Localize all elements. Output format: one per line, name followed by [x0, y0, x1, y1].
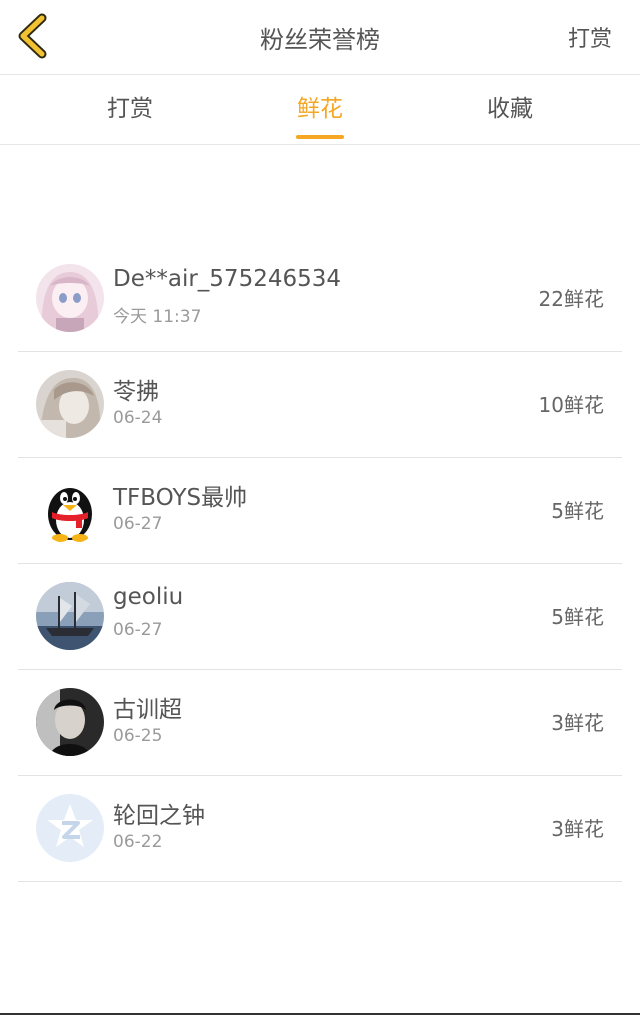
- fan-date: 06-27: [113, 620, 163, 640]
- flower-count: 5鲜花: [551, 499, 604, 523]
- fan-name: TFBOYS最帅: [113, 485, 248, 511]
- man-photo-avatar-icon: [36, 688, 104, 756]
- flower-count: 22鲜花: [538, 287, 604, 311]
- penguin-avatar-icon: [36, 476, 104, 544]
- tab-reward[interactable]: 打赏: [70, 74, 190, 144]
- anime-girl-avatar-icon: [36, 264, 104, 332]
- list-item[interactable]: TFBOYS最帅 06-27 5鲜花: [18, 458, 622, 564]
- tab-bar: 打赏 鲜花 收藏: [0, 74, 640, 145]
- fan-name: 轮回之钟: [113, 803, 205, 829]
- list-item[interactable]: geoliu 06-27 5鲜花: [18, 564, 622, 670]
- list-item[interactable]: 轮回之钟 06-22 3鲜花: [18, 776, 622, 882]
- page-title: 粉丝荣誉榜: [260, 26, 380, 54]
- fan-date: 06-24: [113, 408, 163, 428]
- list-item[interactable]: 古训超 06-25 3鲜花: [18, 670, 622, 776]
- fan-name: 苓拂: [113, 379, 159, 405]
- flower-count: 10鲜花: [538, 393, 604, 417]
- fan-name: De**air_575246534: [113, 266, 342, 292]
- tab-favorites[interactable]: 收藏: [450, 74, 570, 144]
- active-tab-indicator: [296, 135, 344, 139]
- fan-date: 06-25: [113, 726, 163, 746]
- flower-count: 3鲜花: [551, 817, 604, 841]
- fan-ranking-list: De**air_575246534 今天 11:37 22鲜花 苓拂 06-24…: [18, 246, 622, 882]
- star-z-avatar-icon: [36, 794, 104, 862]
- flower-count: 5鲜花: [551, 605, 604, 629]
- top-bar: 粉丝荣誉榜 打赏: [0, 0, 640, 75]
- fan-name: 古训超: [113, 697, 182, 723]
- sketch-girl-avatar-icon: [36, 370, 104, 438]
- fan-date: 06-27: [113, 514, 163, 534]
- list-item[interactable]: 苓拂 06-24 10鲜花: [18, 352, 622, 458]
- reward-button[interactable]: 打赏: [568, 21, 612, 53]
- flower-count: 3鲜花: [551, 711, 604, 735]
- fan-name: geoliu: [113, 584, 184, 610]
- tab-flowers[interactable]: 鲜花: [260, 74, 380, 144]
- tab-flowers-label: 鲜花: [297, 96, 343, 122]
- fan-date: 今天 11:37: [113, 307, 202, 327]
- list-item[interactable]: De**air_575246534 今天 11:37 22鲜花: [18, 246, 622, 352]
- fan-date: 06-22: [113, 832, 163, 852]
- ship-painting-avatar-icon: [36, 582, 104, 650]
